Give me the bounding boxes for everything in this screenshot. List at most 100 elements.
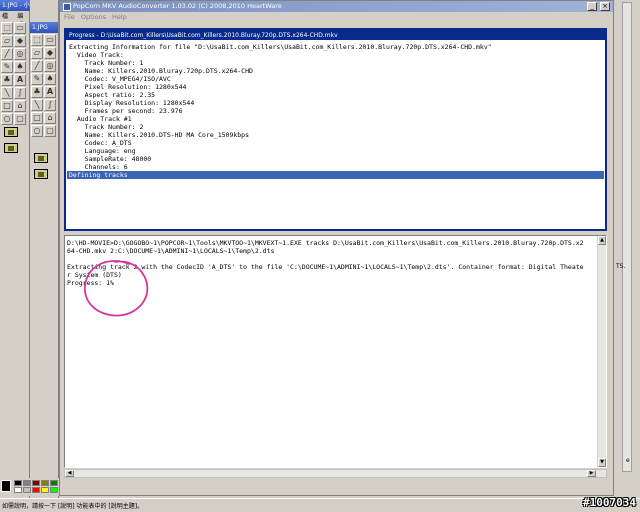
thumb-3 — [31, 150, 48, 163]
swatch-green[interactable] — [50, 480, 58, 486]
background-scrollbar[interactable] — [622, 2, 632, 472]
command-log[interactable]: D:\HD-MOVIE>D:\GOGOBO~1\POPCOR~1\Tools\M… — [64, 235, 607, 468]
rounded-rect-icon[interactable]: ▢ — [44, 125, 56, 137]
progress-dialog: Progress - D:\UsaBit.com_Killers\UsaBit.… — [64, 28, 607, 231]
log-line: D:\HD-MOVIE>D:\GOGOBO~1\POPCOR~1\Tools\M… — [67, 239, 584, 247]
annotation-circle — [84, 260, 149, 317]
swatch-yellow[interactable] — [41, 487, 49, 493]
text-icon[interactable]: A — [44, 86, 56, 98]
info-line: Display Resolution: 1280x544 — [69, 99, 195, 107]
free-select-icon[interactable]: ⬚ — [1, 22, 13, 34]
polygon-icon[interactable]: ⌂ — [44, 112, 56, 124]
picker-icon[interactable]: ╱ — [1, 48, 13, 60]
info-line: Language: eng — [69, 147, 136, 155]
thumb-2 — [1, 140, 18, 153]
main-menubar: File Options Help — [60, 13, 127, 23]
progress-title: Progress - D:\UsaBit.com_Killers\UsaBit.… — [69, 31, 338, 39]
progress-info-list[interactable]: Extracting Information for file "D:\UsaB… — [67, 42, 604, 228]
log-vertical-scrollbar[interactable]: ▲ ▼ — [597, 236, 606, 467]
rect-select-icon[interactable]: ▭ — [44, 34, 56, 46]
image-thumbnail — [34, 153, 48, 163]
polygon-icon[interactable]: ⌂ — [14, 100, 26, 112]
image-thumbnail — [4, 143, 18, 153]
swatch-white[interactable] — [14, 487, 22, 493]
info-line: Track Number: 2 — [69, 123, 144, 131]
paint-title: 1.JPG — [32, 24, 48, 31]
ellipse-icon[interactable]: ○ — [31, 125, 43, 137]
picker-icon[interactable]: ╱ — [31, 60, 43, 72]
scroll-down-icon[interactable]: ▼ — [598, 458, 606, 467]
annotation-stroke — [84, 260, 149, 317]
primary-color-swatch[interactable] — [1, 480, 11, 492]
info-line: SampleRate: 48000 — [69, 155, 152, 163]
paint-titlebar: 1.JPG — [30, 22, 58, 33]
airbrush-icon[interactable]: ♣ — [31, 86, 43, 98]
image-thumbnail — [4, 127, 18, 137]
swatch-silver[interactable] — [23, 487, 31, 493]
airbrush-icon[interactable]: ♣ — [1, 74, 13, 86]
line-icon[interactable]: ╲ — [1, 87, 13, 99]
pencil-icon[interactable]: ✎ — [1, 61, 13, 73]
swatch-black[interactable] — [14, 480, 22, 486]
swatch-red[interactable] — [32, 487, 40, 493]
brush-icon[interactable]: ♠ — [14, 61, 26, 73]
info-line: Video Track: — [69, 51, 124, 59]
paint-menubar: 檔案(F) 編輯(E) — [0, 11, 29, 36]
paint-menu-edit[interactable]: 編輯(E) — [17, 11, 29, 36]
eraser-icon[interactable]: ▱ — [1, 35, 13, 47]
background-text-fragment: TS. — [616, 263, 626, 270]
free-select-icon[interactable]: ⬚ — [31, 34, 43, 46]
magnifier-icon[interactable]: ◎ — [14, 48, 26, 60]
menu-file[interactable]: File — [64, 13, 75, 23]
info-line: Aspect ratio: 2.35 — [69, 91, 156, 99]
scroll-left-icon[interactable]: ◀ — [65, 470, 74, 477]
status-text: 如需說明，請按一下 [說明] 功能表中的 [說明主題]。 — [2, 503, 144, 510]
magnifier-icon[interactable]: ◎ — [44, 60, 56, 72]
selected-status-line[interactable]: Defining tracks — [67, 171, 604, 179]
curve-icon[interactable]: ∫ — [14, 87, 26, 99]
swatch-gray[interactable] — [23, 480, 31, 486]
info-line: Name: Killers.2010.Bluray.720p.DTS.x264-… — [69, 67, 253, 75]
color-palette — [0, 478, 62, 496]
scroll-up-icon[interactable]: ▲ — [598, 236, 606, 245]
close-button[interactable]: × — [600, 2, 610, 11]
curve-icon[interactable]: ∫ — [44, 99, 56, 111]
brush-icon[interactable]: ♠ — [44, 73, 56, 85]
fill-icon[interactable]: ◆ — [44, 47, 56, 59]
watermark: #1007034 — [583, 496, 636, 509]
menu-help[interactable]: Help — [112, 13, 127, 23]
scroll-right-icon[interactable]: ▶ — [587, 470, 596, 477]
paint-window-2: 1.JPG ⬚ ▭ ▱ ◆ ╱ ◎ ✎ ♠ ♣ A ╲ ∫ □ ⌂ ○ ▢ — [30, 0, 59, 498]
info-line: Extracting Information for file "D:\UsaB… — [69, 43, 492, 51]
status-bar: 如需說明，請按一下 [說明] 功能表中的 [說明主題]。 — [0, 498, 640, 512]
paint-window-1: 1.JPG - 小畫家 檔案(F) 編輯(E) ⬚ ▭ ▱ ◆ ╱ ◎ ✎ ♠ … — [0, 0, 58, 498]
info-line: Track Number: 1 — [69, 59, 144, 67]
info-line: Audio Track #1 — [69, 115, 132, 123]
desktop: { "paint_windows": [ { "title": "1.JPG -… — [0, 0, 640, 512]
text-icon[interactable]: A — [14, 74, 26, 86]
fill-icon[interactable]: ◆ — [14, 35, 26, 47]
log-horizontal-scrollbar[interactable]: ◀ ▶ — [64, 469, 607, 478]
log-line: 64-CHD.mkv 2:C:\DOCUME~1\ADMINI~1\LOCALS… — [67, 247, 275, 255]
thumb-4 — [31, 166, 48, 179]
menu-options[interactable]: Options — [81, 13, 106, 23]
swatch-maroon[interactable] — [32, 480, 40, 486]
eraser-icon[interactable]: ▱ — [31, 47, 43, 59]
swatch-olive[interactable] — [41, 480, 49, 486]
line-icon[interactable]: ╲ — [31, 99, 43, 111]
info-line: Channels: 6 — [69, 163, 128, 171]
main-title: PopCorn MKV AudioConverter 1.03.02 (C) 2… — [73, 2, 282, 10]
minimize-button[interactable]: _ — [587, 2, 597, 11]
swatch-lime[interactable] — [50, 487, 58, 493]
paint-menu-file[interactable]: 檔案(F) — [2, 11, 13, 36]
background-window-edge: TS. e — [614, 0, 640, 498]
rectangle-icon[interactable]: □ — [31, 112, 43, 124]
info-line: Pixel Resolution: 1280x544 — [69, 83, 187, 91]
thumb-1 — [1, 124, 18, 137]
app-icon — [63, 2, 71, 11]
pencil-icon[interactable]: ✎ — [31, 73, 43, 85]
info-line: Name: Killers.2010.DTS-HD MA Core_1509kb… — [69, 131, 250, 139]
rect-select-icon[interactable]: ▭ — [14, 22, 26, 34]
info-line: Codec: A_DTS — [69, 139, 132, 147]
rectangle-icon[interactable]: □ — [1, 100, 13, 112]
